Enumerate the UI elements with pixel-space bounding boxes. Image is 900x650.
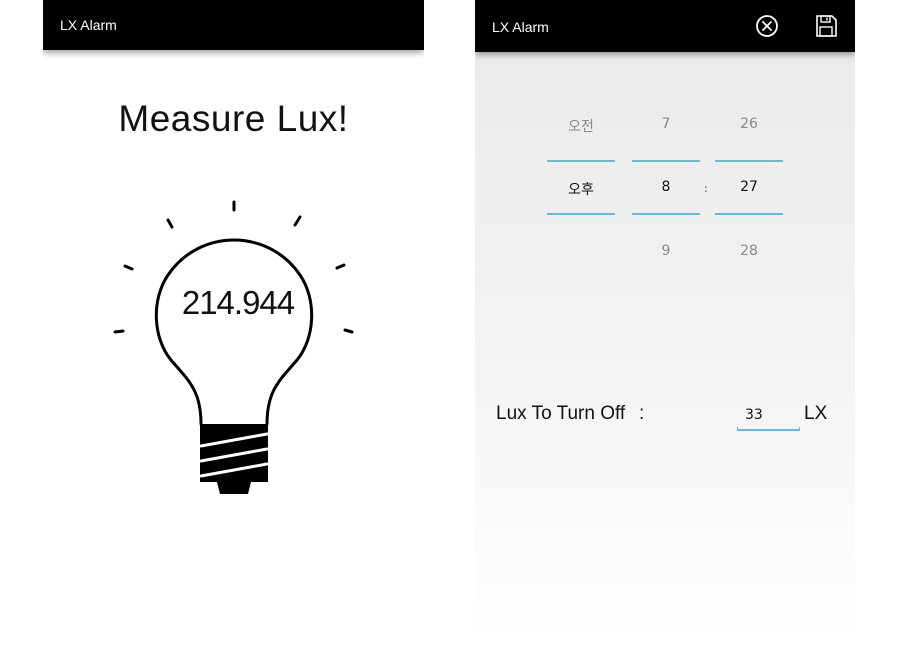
minute-option-above[interactable]: 26 — [715, 116, 783, 132]
save-icon[interactable] — [814, 14, 838, 38]
hour-picker[interactable]: 7 8 9 — [632, 108, 700, 278]
picker-divider — [547, 213, 615, 215]
picker-divider — [715, 160, 783, 162]
hour-selected[interactable]: 8 — [632, 179, 700, 195]
picker-divider — [632, 160, 700, 162]
picker-divider — [632, 213, 700, 215]
ampm-selected[interactable]: 오후 — [547, 179, 615, 199]
app-bar: LX Alarm — [475, 0, 855, 52]
lux-unit-label: LX — [804, 403, 828, 424]
measure-screen: LX Alarm Measure Lux! 214.944 — [43, 0, 424, 640]
minute-picker[interactable]: 26 27 28 — [715, 108, 783, 278]
app-title: LX Alarm — [60, 17, 117, 33]
cancel-icon[interactable] — [755, 14, 779, 38]
input-underline — [737, 427, 800, 431]
minute-selected[interactable]: 27 — [715, 179, 783, 195]
lux-off-label: Lux To Turn Off — [496, 403, 626, 424]
ampm-picker[interactable]: 오전 오후 — [547, 108, 615, 278]
page-title: Measure Lux! — [118, 98, 349, 139]
lightbulb-icon — [113, 200, 354, 494]
app-title: LX Alarm — [492, 19, 549, 35]
alarm-settings-screen: LX Alarm 오전 오후 7 8 9 : 26 27 28 Lux To T… — [475, 0, 855, 640]
picker-divider — [715, 213, 783, 215]
lux-off-colon: : — [639, 403, 645, 424]
time-separator: : — [704, 182, 708, 195]
picker-divider — [547, 160, 615, 162]
lux-threshold-input[interactable] — [737, 402, 799, 428]
hour-option-below[interactable]: 9 — [632, 243, 700, 259]
hour-option-above[interactable]: 7 — [632, 116, 700, 132]
app-bar: LX Alarm — [43, 0, 424, 50]
ampm-option-above[interactable]: 오전 — [547, 116, 615, 136]
minute-option-below[interactable]: 28 — [715, 243, 783, 259]
lux-reading: 214.944 — [181, 284, 295, 321]
